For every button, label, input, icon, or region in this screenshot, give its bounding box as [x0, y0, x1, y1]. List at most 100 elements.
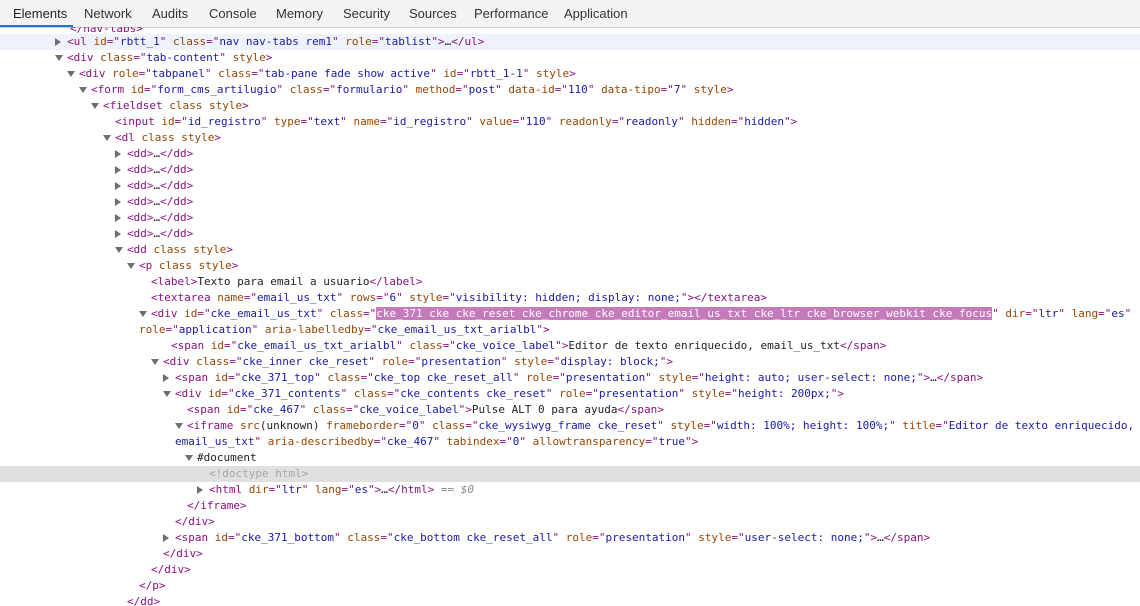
dom-node-row[interactable]: <dd>…</dd>: [0, 210, 1140, 226]
markup-token: ": [368, 355, 382, 368]
dom-node-row[interactable]: <label>Texto para email a usuario</label…: [0, 274, 1140, 290]
expand-triangle-closed-icon[interactable]: [115, 198, 121, 206]
expand-triangle-closed-icon[interactable]: [115, 214, 121, 222]
dom-node-row[interactable]: <div role="tabpanel" class="tab-pane fad…: [0, 66, 1140, 82]
expand-triangle-open-icon[interactable]: [115, 247, 123, 253]
expand-triangle-open-icon[interactable]: [175, 423, 183, 429]
expand-triangle-open-icon[interactable]: [103, 135, 111, 141]
markup-token: …: [381, 483, 388, 496]
dom-node-markup: <span id="cke_371_top" class="cke_top ck…: [175, 370, 983, 386]
expand-triangle-open-icon[interactable]: [67, 71, 75, 77]
markup-token: <span: [175, 371, 215, 384]
markup-token: id_registro: [393, 115, 467, 128]
tab-performance[interactable]: Performance: [474, 0, 548, 27]
expand-triangle-open-icon[interactable]: [55, 55, 63, 61]
tab-elements[interactable]: Elements: [13, 0, 67, 27]
dom-node-row[interactable]: <dd class style>: [0, 242, 1140, 258]
expand-triangle-closed-icon[interactable]: [115, 230, 121, 238]
markup-token: lang: [315, 483, 342, 496]
expand-triangle-open-icon[interactable]: [139, 311, 147, 317]
dom-node-row[interactable]: <div class="cke_inner cke_reset" role="p…: [0, 354, 1140, 370]
markup-token: style: [232, 51, 266, 64]
markup-token: =": [408, 355, 422, 368]
markup-token: class: [353, 387, 387, 400]
dom-node-row[interactable]: <div id="cke_email_us_txt" class="cke_37…: [0, 306, 1140, 322]
dom-node-row[interactable]: <textarea name="email_us_txt" rows="6" s…: [0, 290, 1140, 306]
dom-node-row[interactable]: <dd>…</dd>: [0, 194, 1140, 210]
tab-network[interactable]: Network: [84, 0, 132, 27]
markup-token: id: [443, 67, 457, 80]
expand-triangle-closed-icon[interactable]: [115, 150, 121, 158]
dom-node-row[interactable]: <p class style>: [0, 258, 1140, 274]
markup-token: =": [197, 307, 211, 320]
dom-node-row[interactable]: #document: [0, 450, 1140, 466]
markup-token: readonly: [558, 115, 612, 128]
tab-console[interactable]: Console: [209, 0, 257, 27]
dom-node-row[interactable]: </iframe>: [0, 498, 1140, 514]
markup-token: =": [229, 355, 243, 368]
markup-token: ": [657, 419, 671, 432]
markup-token: <dl: [115, 131, 142, 144]
expand-triangle-closed-icon[interactable]: [115, 182, 121, 190]
dom-node-row[interactable]: </div>: [0, 562, 1140, 578]
dom-node-row[interactable]: <iframe src(unknown) frameborder="0" cla…: [0, 418, 1140, 434]
dom-node-row[interactable]: <dd>…</dd>: [0, 178, 1140, 194]
dom-node-row[interactable]: role="application" aria-labelledby="cke_…: [0, 322, 1140, 338]
expand-triangle-open-icon[interactable]: [163, 391, 171, 397]
dom-node-row[interactable]: <span id="cke_email_us_txt_arialbl" clas…: [0, 338, 1140, 354]
markup-token: <p: [139, 259, 159, 272]
dom-node-row[interactable]: <span id="cke_371_bottom" class="cke_bot…: [0, 530, 1140, 546]
dom-node-row[interactable]: <!doctype html>: [0, 466, 1140, 482]
dom-node-row[interactable]: <span id="cke_467" class="cke_voice_labe…: [0, 402, 1140, 418]
markup-token: =": [585, 387, 599, 400]
markup-token: =": [398, 419, 413, 432]
tab-sources[interactable]: Sources: [409, 0, 457, 27]
dom-node-row[interactable]: <fieldset class style>: [0, 98, 1140, 114]
tab-security[interactable]: Security: [343, 0, 390, 27]
dom-node-row[interactable]: <html dir="ltr" lang="es">…</html> == $0: [0, 482, 1140, 498]
expand-triangle-closed-icon[interactable]: [55, 38, 61, 46]
markup-token: <form: [91, 83, 131, 96]
dom-node-row[interactable]: <ul id="rbtt_1" class="nav nav-tabs rem1…: [0, 34, 1140, 50]
expand-triangle-open-icon[interactable]: [151, 359, 159, 365]
markup-token: ": [1124, 307, 1132, 320]
markup-token: =": [300, 115, 314, 128]
markup-token: =": [547, 355, 561, 368]
markup-token: display: block;: [560, 355, 660, 368]
markup-token: cke_467: [253, 403, 300, 416]
markup-token: ": [251, 323, 265, 336]
dom-node-row[interactable]: </div>: [0, 546, 1140, 562]
expand-triangle-closed-icon[interactable]: [163, 374, 169, 382]
dom-node-row[interactable]: <dd>…</dd>: [0, 226, 1140, 242]
tab-memory[interactable]: Memory: [276, 0, 323, 27]
markup-token: <dd>: [127, 163, 154, 176]
markup-token: </dd>: [160, 147, 194, 160]
expand-triangle-open-icon[interactable]: [91, 103, 99, 109]
dom-node-row[interactable]: <div class="tab-content" style>: [0, 50, 1140, 66]
dom-node-row[interactable]: </dd>: [0, 594, 1140, 606]
dom-node-row[interactable]: <dl class style>: [0, 130, 1140, 146]
markup-token: </html>: [387, 483, 435, 496]
expand-triangle-closed-icon[interactable]: [197, 486, 203, 494]
dom-node-row[interactable]: <dd>…</dd>: [0, 162, 1140, 178]
dom-node-row[interactable]: <form id="form_cms_artilugio" class="for…: [0, 82, 1140, 98]
markup-token: ": [512, 371, 527, 384]
tab-application[interactable]: Application: [564, 0, 628, 27]
markup-token: ": [519, 435, 533, 448]
markup-token: ": [552, 531, 566, 544]
tab-audits[interactable]: Audits: [152, 0, 188, 27]
expand-triangle-open-icon[interactable]: [185, 455, 193, 461]
dom-node-row[interactable]: <dd>…</dd>: [0, 146, 1140, 162]
expand-triangle-open-icon[interactable]: [79, 87, 87, 93]
dom-node-row[interactable]: <span id="cke_371_top" class="cke_top ck…: [0, 370, 1140, 386]
dom-node-row[interactable]: email_us_txt" aria-describedby="cke_467"…: [0, 434, 1140, 450]
markup-token: email_us_txt: [175, 435, 255, 448]
dom-node-row[interactable]: <div id="cke_371_contents" class="cke_co…: [0, 386, 1140, 402]
expand-triangle-closed-icon[interactable]: [163, 534, 169, 542]
dom-node-row[interactable]: </p>: [0, 578, 1140, 594]
dom-node-row[interactable]: <input id="id_registro" type="text" name…: [0, 114, 1140, 130]
dom-node-row[interactable]: </div>: [0, 514, 1140, 530]
expand-triangle-open-icon[interactable]: [127, 263, 135, 269]
dom-node-markup: <div id="cke_email_us_txt" class="cke_37…: [151, 306, 1131, 322]
expand-triangle-closed-icon[interactable]: [115, 166, 121, 174]
